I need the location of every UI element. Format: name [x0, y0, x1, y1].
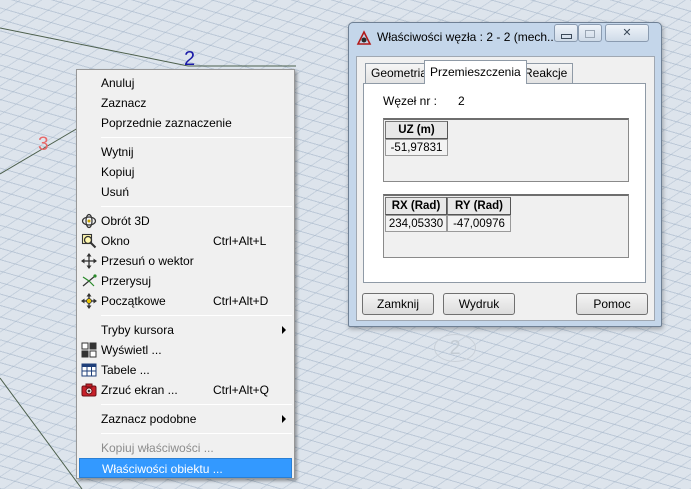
window-title: Właściwości węzła : 2 - 2 (mech...: [377, 30, 558, 44]
print-button[interactable]: Wydruk: [443, 293, 515, 315]
menu-item-przerysuj[interactable]: Przerysuj: [77, 271, 294, 291]
tables-icon: [81, 363, 97, 377]
minimize-button[interactable]: [554, 24, 578, 42]
node-label: 3: [38, 134, 49, 155]
menu-item-label: Zaznacz podobne: [101, 412, 197, 426]
node-label: 2: [434, 334, 476, 362]
menu-item-label: Kopiuj właściwości ...: [101, 441, 214, 455]
grid-cell[interactable]: -51,97831: [385, 139, 448, 156]
grid-header[interactable]: RX (Rad): [385, 197, 447, 215]
menu-item-wlasciwosci-obiektu[interactable]: Właściwości obiektu ...: [79, 458, 292, 478]
menu-item-label: Poprzednie zaznaczenie: [101, 116, 232, 130]
initial-view-icon: [81, 293, 97, 309]
context-menu: Anuluj Zaznacz Poprzednie zaznaczenie Wy…: [76, 69, 295, 479]
move-vector-icon: [81, 253, 97, 269]
window-client: Geometria Przemieszczenia Reakcje Węzeł …: [356, 56, 655, 321]
menu-item-wytnij[interactable]: Wytnij: [77, 142, 294, 162]
submenu-arrow-icon: [282, 326, 286, 334]
node-properties-window: Właściwości węzła : 2 - 2 (mech... ✕ Geo…: [348, 22, 662, 327]
menu-item-label: Tryby kursora: [101, 323, 174, 337]
menu-item-label: Właściwości obiektu ...: [102, 462, 223, 476]
menu-separator: [101, 433, 292, 434]
menu-item-label: Zrzuć ekran ...: [101, 383, 178, 397]
menu-item-kopiuj-wlasciwosci[interactable]: Kopiuj właściwości ...: [77, 438, 294, 458]
menu-item-tryby-kursora[interactable]: Tryby kursora: [77, 320, 294, 340]
menu-item-label: Usuń: [101, 185, 130, 199]
maximize-icon: [579, 25, 601, 38]
menu-item-anuluj[interactable]: Anuluj: [77, 73, 294, 93]
maximize-button[interactable]: [578, 24, 602, 42]
uz-displacement-grid: UZ (m) -51,97831: [383, 118, 629, 182]
menu-shortcut: Ctrl+Alt+D: [213, 294, 269, 308]
node-number-value: 2: [458, 94, 465, 108]
redraw-icon: [82, 274, 97, 287]
menu-item-okno[interactable]: Okno Ctrl+Alt+L: [77, 231, 294, 251]
rotation-grid: RX (Rad) RY (Rad) 234,05330 -47,00976: [383, 194, 629, 258]
menu-item-poczatkowe[interactable]: Początkowe Ctrl+Alt+D: [77, 291, 294, 311]
help-button[interactable]: Pomoc: [576, 293, 648, 315]
node-label: 2: [184, 48, 196, 70]
menu-shortcut: Ctrl+Alt+Q: [213, 383, 270, 397]
window-titlebar[interactable]: Właściwości węzła : 2 - 2 (mech... ✕: [349, 23, 661, 51]
menu-separator: [101, 206, 292, 207]
menu-item-zaznacz[interactable]: Zaznacz: [77, 93, 294, 113]
zoom-window-icon: [81, 233, 97, 249]
screen-capture-icon: [81, 383, 97, 397]
menu-item-wyswietl[interactable]: Wyświetl ...: [77, 340, 294, 360]
menu-shortcut: Ctrl+Alt+L: [213, 234, 267, 248]
menu-item-przesun-o-wektor[interactable]: Przesuń o wektor: [77, 251, 294, 271]
menu-separator: [101, 315, 292, 316]
grid-cell[interactable]: 234,05330: [385, 215, 447, 232]
menu-item-label: Tabele ...: [101, 363, 150, 377]
menu-item-kopiuj[interactable]: Kopiuj: [77, 162, 294, 182]
minimize-icon: [555, 25, 577, 39]
tab-przemieszczenia[interactable]: Przemieszczenia: [424, 60, 527, 84]
menu-item-label: Przesuń o wektor: [101, 254, 194, 268]
menu-item-label: Kopiuj: [101, 165, 135, 179]
menu-item-label: Obrót 3D: [101, 214, 150, 228]
node-number-label: Węzeł nr :: [383, 94, 438, 108]
close-icon: ✕: [622, 27, 632, 39]
menu-separator: [101, 137, 292, 138]
display-icon: [81, 342, 97, 358]
submenu-arrow-icon: [282, 415, 286, 423]
grid-header[interactable]: UZ (m): [385, 121, 448, 139]
rotate-3d-icon: [81, 213, 97, 229]
menu-item-obrot-3d[interactable]: Obrót 3D: [77, 211, 294, 231]
menu-item-label: Wytnij: [101, 145, 134, 159]
menu-item-label: Zaznacz: [101, 96, 147, 110]
grid-cell[interactable]: -47,00976: [447, 215, 511, 232]
menu-item-label: Początkowe: [101, 294, 166, 308]
menu-item-tabele[interactable]: Tabele ...: [77, 360, 294, 380]
menu-item-zaznacz-podobne[interactable]: Zaznacz podobne: [77, 409, 294, 429]
menu-item-label: Przerysuj: [101, 274, 152, 288]
menu-item-label: Anuluj: [101, 76, 135, 90]
menu-item-label: Okno: [101, 234, 130, 248]
close-dialog-button[interactable]: Zamknij: [362, 293, 434, 315]
menu-item-poprzednie-zaznaczenie[interactable]: Poprzednie zaznaczenie: [77, 113, 294, 133]
menu-item-zrzuc-ekran[interactable]: Zrzuć ekran ... Ctrl+Alt+Q: [77, 380, 294, 400]
close-button[interactable]: ✕: [605, 24, 649, 42]
menu-separator: [101, 404, 292, 405]
menu-item-label: Wyświetl ...: [101, 343, 162, 357]
grid-header[interactable]: RY (Rad): [447, 197, 511, 215]
menu-item-usun[interactable]: Usuń: [77, 182, 294, 202]
app-icon: [356, 30, 372, 45]
tab-geometria[interactable]: Geometria: [365, 63, 434, 83]
tab-panel: Węzeł nr : 2 UZ (m) -51,97831 RX (Rad) R…: [363, 83, 646, 283]
